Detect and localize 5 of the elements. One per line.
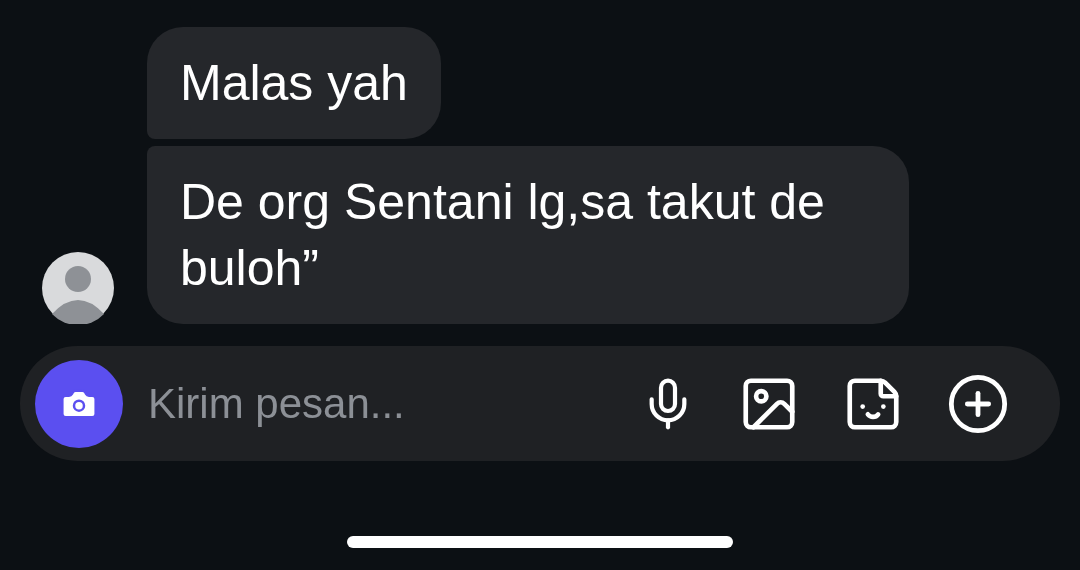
message-bubble: De org Sentani lg,sa takut de buloh” <box>147 146 909 324</box>
message-bubble: Malas yah <box>147 27 441 139</box>
message-composer[interactable]: Kirim pesan... <box>20 346 1060 461</box>
placeholder-text: Kirim pesan... <box>148 380 405 427</box>
avatar-icon <box>42 252 114 324</box>
